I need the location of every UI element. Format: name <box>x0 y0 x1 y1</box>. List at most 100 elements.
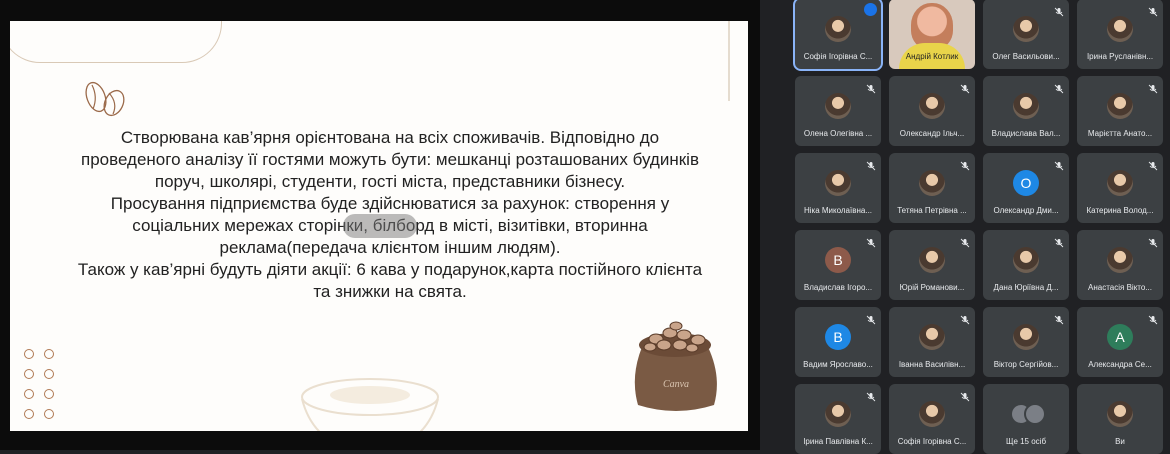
slide-text-line: реклама(передача клієнтом іншим людям). <box>219 238 561 257</box>
mic-off-icon <box>1148 235 1158 248</box>
mic-off-icon <box>866 389 876 402</box>
avatar <box>1107 401 1133 427</box>
avatar <box>825 93 851 119</box>
mic-off-icon <box>960 81 970 94</box>
speaking-indicator-icon <box>864 3 877 16</box>
participant-tile[interactable]: Олександр Ільч... <box>889 76 975 146</box>
participant-name: Ірина Павлівна К... <box>803 437 873 446</box>
avatar: В <box>825 324 851 350</box>
coffee-cup-illustration <box>301 378 439 431</box>
participant-name: Софія Ігорівна С... <box>803 52 873 61</box>
mic-off-icon <box>1054 312 1064 325</box>
avatar <box>919 170 945 196</box>
participant-name: Ви <box>1115 437 1125 446</box>
avatar <box>1013 93 1039 119</box>
participant-tile[interactable]: Софія Ігорівна С... <box>889 384 975 454</box>
slide-text-line: проведеного аналізу її гостями можуть бу… <box>81 150 699 169</box>
avatar <box>1107 93 1133 119</box>
avatar <box>919 247 945 273</box>
mic-off-icon <box>1148 4 1158 17</box>
mic-off-icon <box>960 389 970 402</box>
participant-name: Вадим Ярославо... <box>803 360 873 369</box>
slide-text-line: Просування підприємства буде здійснювати… <box>110 194 670 213</box>
participant-name: Юрій Романови... <box>899 283 965 292</box>
avatar <box>919 324 945 350</box>
participant-tile[interactable]: Ніка Миколаївна... <box>795 153 881 223</box>
avatar <box>1107 170 1133 196</box>
participant-name: Ніка Миколаївна... <box>803 206 873 215</box>
participant-tile[interactable]: А Александра Се... <box>1077 307 1163 377</box>
participant-name: Александра Се... <box>1088 360 1152 369</box>
shared-slide: Створювана кав’ярня орієнтована на всіх … <box>10 21 748 431</box>
avatar: В <box>825 247 851 273</box>
participant-name: Анастасія Вікто... <box>1088 283 1152 292</box>
avatar <box>825 401 851 427</box>
mic-off-icon <box>1054 235 1064 248</box>
participant-tile[interactable]: Анастасія Вікто... <box>1077 230 1163 300</box>
participant-tile[interactable]: Олена Олегівна ... <box>795 76 881 146</box>
participant-tile[interactable]: Ірина Русланівн... <box>1077 0 1163 69</box>
avatar <box>825 16 851 42</box>
mic-off-icon <box>866 312 876 325</box>
mic-off-icon <box>1054 4 1064 17</box>
participant-tile[interactable]: Іванна Василівн... <box>889 307 975 377</box>
avatar <box>919 93 945 119</box>
participant-tile[interactable]: В Владислав Ігоро... <box>795 230 881 300</box>
slide-text-line: та знижки на свята. <box>313 282 467 301</box>
avatar <box>1107 247 1133 273</box>
slide-text-line: Також у кав’ярні будуть діяти акції: 6 к… <box>77 260 703 279</box>
participant-tile[interactable]: Віктор Сергійов... <box>983 307 1069 377</box>
participant-tile[interactable]: Катерина Волод... <box>1077 153 1163 223</box>
participant-tile[interactable]: Тетяна Петрівна ... <box>889 153 975 223</box>
sack-label: Canva <box>663 379 689 390</box>
presentation-stage: Створювана кав’ярня орієнтована на всіх … <box>0 0 760 450</box>
slide-text-line: Створювана кав’ярня орієнтована на всіх … <box>120 128 660 147</box>
participant-tile[interactable]: В Вадим Ярославо... <box>795 307 881 377</box>
participant-name: Ірина Русланівн... <box>1086 52 1154 61</box>
more-participants-avatars <box>1010 401 1046 427</box>
participant-name: Владислав Ігоро... <box>803 283 873 292</box>
participant-name: Катерина Волод... <box>1086 206 1154 215</box>
participant-name: Марієтта Анато... <box>1087 129 1153 138</box>
participant-tile[interactable]: Ви <box>1077 384 1163 454</box>
participant-tile[interactable]: Олег Васильови... <box>983 0 1069 69</box>
mic-off-icon <box>866 158 876 171</box>
participant-name: Софія Ігорівна С... <box>897 437 967 446</box>
avatar <box>825 170 851 196</box>
decorative-line <box>728 21 730 101</box>
participant-tile[interactable]: Марієтта Анато... <box>1077 76 1163 146</box>
avatar <box>1013 16 1039 42</box>
participant-tile[interactable]: Андрій Котлик <box>889 0 975 69</box>
participant-tile[interactable]: Дана Юріївна Д... <box>983 230 1069 300</box>
participant-name: Олександр Дми... <box>993 206 1059 215</box>
participant-tile[interactable]: Владислава Вал... <box>983 76 1069 146</box>
mic-off-icon <box>866 81 876 94</box>
participant-name: Дана Юріївна Д... <box>993 283 1059 292</box>
participant-name: Владислава Вал... <box>991 129 1061 138</box>
participant-name: Олег Васильови... <box>992 52 1060 61</box>
mic-off-icon <box>1054 81 1064 94</box>
avatar: О <box>1013 170 1039 196</box>
mic-off-icon <box>960 312 970 325</box>
participant-tile[interactable]: Ще 15 осіб <box>983 384 1069 454</box>
participant-name: Олександр Ільч... <box>899 129 965 138</box>
participant-name: Іванна Василівн... <box>898 360 966 369</box>
participant-tile[interactable]: О Олександр Дми... <box>983 153 1069 223</box>
coffee-bean-icon <box>85 81 125 117</box>
avatar: А <box>1107 324 1133 350</box>
mic-off-icon <box>960 235 970 248</box>
avatar <box>1013 247 1039 273</box>
participant-name: Андрій Котлик <box>905 52 959 61</box>
pointer-highlight <box>343 214 417 238</box>
decorative-arc <box>10 21 222 63</box>
participant-tile[interactable]: Ірина Павлівна К... <box>795 384 881 454</box>
coffee-sack-illustration: Canva <box>634 321 717 411</box>
participant-tile[interactable]: Юрій Романови... <box>889 230 975 300</box>
participant-name: Тетяна Петрівна ... <box>897 206 967 215</box>
participant-tile[interactable]: Софія Ігорівна С... <box>793 0 883 71</box>
avatar <box>1013 324 1039 350</box>
mic-off-icon <box>866 235 876 248</box>
mic-off-icon <box>960 158 970 171</box>
participants-grid: Софія Ігорівна С... Андрій Котлик Олег Вас… <box>790 0 1170 454</box>
mic-off-icon <box>1148 158 1158 171</box>
